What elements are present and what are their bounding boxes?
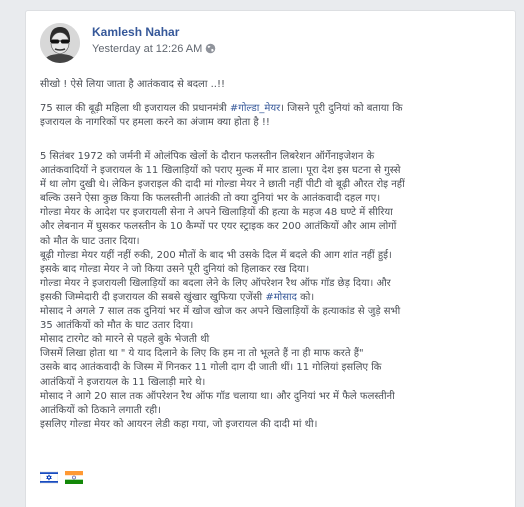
text-line: आतंकियों को ठिकाने लगाती रही। <box>40 404 502 418</box>
text-segment: मोसाद टारगेट को मारने से पहले बुके भेजती… <box>40 334 210 346</box>
text-line: मोसाद ने आगे 20 साल तक ऑपरेशन रैथ ऑफ गॉड… <box>40 390 502 404</box>
text-line: बल्कि उसने ऐसा कुछ किया कि फलस्तीनी आतंक… <box>40 192 502 206</box>
text-segment: आतंकियों को ठिकाने लगाती रही। <box>40 404 161 416</box>
flag-emojis <box>40 471 85 485</box>
text-segment: इसलिए गोल्डा मेयर को आयरन लेडी कहा गया, … <box>40 418 318 430</box>
text-line: उसके बाद आतंकवादी के जिस्म में गिनकर 11 … <box>40 361 502 375</box>
text-segment: बूढ़ी गोल्डा मेयर यहीं नहीं रुकी, 200 मौ… <box>40 249 392 261</box>
text-line: मोसाद टारगेट को मारने से पहले बुके भेजती… <box>40 333 502 347</box>
text-segment: को। <box>296 291 315 303</box>
globe-icon <box>206 43 216 54</box>
timestamp-text: Yesterday at 12:26 AM <box>92 43 203 55</box>
post-card: Kamlesh Nahar Yesterday at 12:26 AM सीखो… <box>25 10 516 507</box>
text-line: और लेबनान में घुसकर फलस्तीन के 10 कैम्पो… <box>40 220 502 234</box>
text-segment: आतंकियों ने इजरायल के 11 खिलाड़ी मारे थे… <box>40 376 206 388</box>
text-line: 5 सितंबर 1972 को जर्मनी में ओलंपिक खेलों… <box>40 150 502 164</box>
text-segment: आतंकवादियों ने इजरायल के 11 खिलाड़ियों क… <box>40 165 401 177</box>
text-line: आतंकियों ने इजरायल के 11 खिलाड़ी मारे थे… <box>40 376 502 390</box>
text-line: इसके बाद गोल्डा मेयर ने जो किया उसने पूर… <box>40 263 502 277</box>
text-line: गोल्डा मेयर के आदेश पर इजरायली सेना ने अ… <box>40 206 502 220</box>
india-flag-icon <box>65 471 84 484</box>
text-line: जिसमें लिखा होता था " ये याद दिलाने के ल… <box>40 347 502 361</box>
text-line: इसलिए गोल्डा मेयर को आयरन लेडी कहा गया, … <box>40 418 502 432</box>
post-intro: सीखो ! ऐसे लिया जाता है आतंकवाद से बदला … <box>40 79 225 90</box>
text-line: बूढ़ी गोल्डा मेयर यहीं नहीं रुकी, 200 मौ… <box>40 249 502 263</box>
hashtag-link[interactable]: #गोल्डा_मेयर <box>230 103 280 114</box>
text-segment: 5 सितंबर 1972 को जर्मनी में ओलंपिक खेलों… <box>40 151 375 162</box>
post-timestamp[interactable]: Yesterday at 12:26 AM <box>92 43 216 55</box>
text-segment: उसके बाद आतंकवादी के जिस्म में गिनकर 11 … <box>40 362 382 374</box>
text-line: इजरायल के नागरिकों पर हमला करने का अंजाम… <box>40 116 502 130</box>
text-segment: 75 साल की बूढ़ी महिला थी इजरायल की प्रधा… <box>40 103 230 114</box>
author-avatar[interactable] <box>40 23 80 63</box>
text-segment: गोल्डा मेयर के आदेश पर इजरायली सेना ने अ… <box>40 207 393 219</box>
text-segment: और लेबनान में घुसकर फलस्तीन के 10 कैम्पो… <box>40 221 397 233</box>
text-segment: को मौत के घाट उतार दिया। <box>40 235 140 247</box>
text-line: में था लोग दुखी थे। लेकिन इजराइल की दादी… <box>40 178 502 192</box>
text-line: आतंकवादियों ने इजरायल के 11 खिलाड़ियों क… <box>40 164 502 178</box>
text-line: 35 आतंकियों को मौत के घाट उतार दिया। <box>40 319 502 333</box>
text-line: गोल्डा मेयर ने इजरायली खिलाड़ियों का बदल… <box>40 277 502 291</box>
post-body: 5 सितंबर 1972 को जर्मनी में ओलंपिक खेलों… <box>40 150 502 432</box>
text-line: मोसाद ने अगले 7 साल तक दुनियां भर में खो… <box>40 305 502 319</box>
text-segment: इसके बाद गोल्डा मेयर ने जो किया उसने पूर… <box>40 263 310 275</box>
post-paragraph-2: 75 साल की बूढ़ी महिला थी इजरायल की प्रधा… <box>40 102 502 130</box>
text-segment: मोसाद ने आगे 20 साल तक ऑपरेशन रैथ ऑफ गॉड… <box>40 390 395 402</box>
text-segment: मोसाद ने अगले 7 साल तक दुनियां भर में खो… <box>40 306 401 318</box>
israel-flag-icon <box>40 471 58 484</box>
text-segment: इसकी जिम्मेदारी दी इजरायल की सबसे खुंखार… <box>40 291 266 303</box>
text-line: इसकी जिम्मेदारी दी इजरायल की सबसे खुंखार… <box>40 291 502 305</box>
text-segment: जिसमें लिखा होता था " ये याद दिलाने के ल… <box>40 348 364 360</box>
text-segment: इजरायल के नागरिकों पर हमला करने का अंजाम… <box>40 117 270 129</box>
text-segment: । जिसने पूरी दुनियां को बताया कि <box>280 103 403 114</box>
text-segment: बल्कि उसने ऐसा कुछ किया कि फलस्तीनी आतंक… <box>40 193 381 205</box>
text-segment: गोल्डा मेयर ने इजरायली खिलाड़ियों का बदल… <box>40 277 391 289</box>
hashtag-link[interactable]: #मोसाद <box>265 292 297 303</box>
text-segment: 35 आतंकियों को मौत के घाट उतार दिया। <box>40 320 194 332</box>
text-line: को मौत के घाट उतार दिया। <box>40 235 502 249</box>
text-line: 75 साल की बूढ़ी महिला थी इजरायल की प्रधा… <box>40 102 502 116</box>
post-header: Kamlesh Nahar Yesterday at 12:26 AM <box>40 23 500 71</box>
author-name[interactable]: Kamlesh Nahar <box>92 25 179 39</box>
text-segment: में था लोग दुखी थे। लेकिन इजराइल की दादी… <box>40 179 405 191</box>
